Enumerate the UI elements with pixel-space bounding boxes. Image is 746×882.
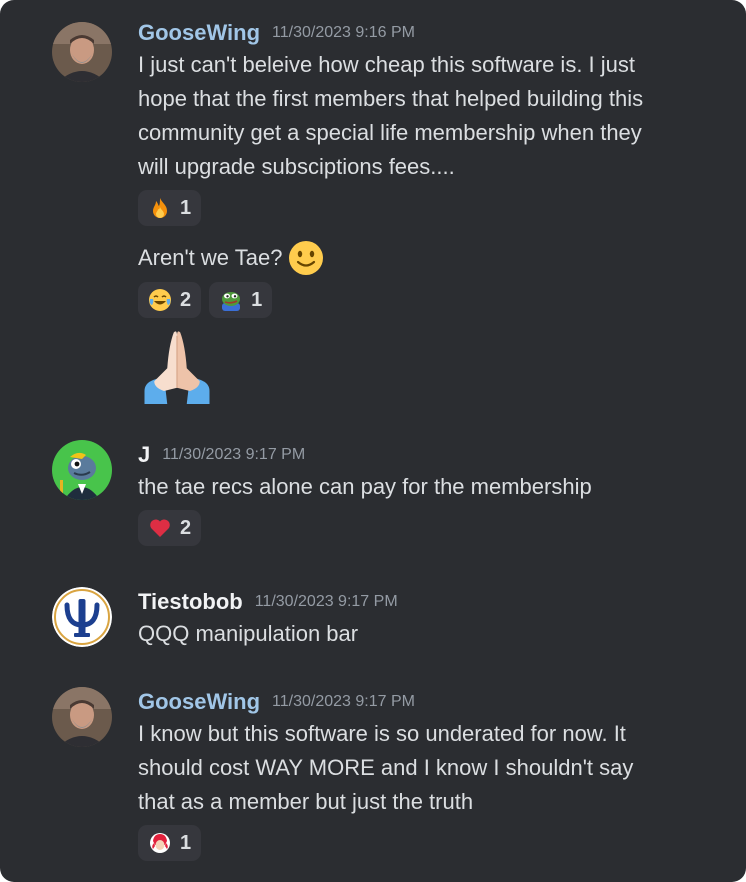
message-text-line: I know but this software is so underated… <box>138 721 626 746</box>
message-text: Aren't we Tae? <box>138 245 283 270</box>
slightly-smiling-face-icon <box>289 241 324 275</box>
followup-line: Aren't we Tae? <box>138 240 716 276</box>
reaction-bar: 1 <box>138 825 716 861</box>
author-name[interactable]: GooseWing <box>138 689 260 715</box>
message-text-line: the tae recs alone can pay for the membe… <box>138 474 592 499</box>
message-timestamp[interactable]: 11/30/2023 9:16 PM <box>272 24 415 42</box>
pepe-frog-emoji-icon <box>222 292 241 311</box>
reaction-bar: 2 1 <box>138 282 716 318</box>
reaction-count: 1 <box>180 831 192 854</box>
goosewing-avatar-photo <box>52 687 112 747</box>
message-timestamp[interactable]: 11/30/2023 9:17 PM <box>162 446 305 464</box>
reaction-heart[interactable]: 2 <box>138 510 202 546</box>
tiestobob-avatar-logo <box>52 587 112 647</box>
message-timestamp[interactable]: 11/30/2023 9:17 PM <box>255 593 398 611</box>
author-name[interactable]: J <box>138 442 150 468</box>
message-text-line: community get a special life membership … <box>138 120 642 145</box>
wendys-emoji-icon <box>150 833 170 853</box>
chat-panel: GooseWing 11/30/2023 9:16 PM I just can'… <box>0 0 746 882</box>
avatar-goosewing[interactable] <box>52 22 112 82</box>
message-text-line: I just can't beleive how cheap this soft… <box>138 52 635 77</box>
author-name[interactable]: GooseWing <box>138 20 260 46</box>
reaction-count: 2 <box>180 288 192 311</box>
reaction-count: 1 <box>251 288 263 311</box>
folded-hands-icon <box>144 331 210 404</box>
reaction-wendys[interactable]: 1 <box>138 825 202 861</box>
reaction-joy[interactable]: 2 <box>138 282 202 318</box>
goosewing-avatar-photo <box>52 22 112 82</box>
reaction-pepe[interactable]: 1 <box>209 282 273 318</box>
fire-emoji-icon <box>153 198 167 218</box>
avatar-tiestobob[interactable] <box>52 587 112 647</box>
message-text-line: that as a member but just the truth <box>138 789 474 814</box>
joy-emoji-icon <box>149 289 171 311</box>
j-avatar-image <box>52 440 112 500</box>
author-name[interactable]: Tiestobob <box>138 589 243 615</box>
avatar-j[interactable] <box>52 440 112 500</box>
red-heart-emoji-icon <box>150 519 170 537</box>
reaction-bar: 1 <box>138 190 716 226</box>
reaction-count: 1 <box>180 196 192 219</box>
avatar-goosewing[interactable] <box>52 687 112 747</box>
reaction-count: 2 <box>180 516 192 539</box>
message-timestamp[interactable]: 11/30/2023 9:17 PM <box>272 693 415 711</box>
message-text-line: should cost WAY MORE and I know I should… <box>138 755 634 780</box>
message-text-line: will upgrade subsciptions fees.... <box>138 154 455 179</box>
reaction-fire[interactable]: 1 <box>138 190 202 226</box>
reaction-bar: 2 <box>138 510 716 546</box>
message-text-line: QQQ manipulation bar <box>138 621 359 646</box>
message-text-line: hope that the first members that helped … <box>138 86 644 111</box>
